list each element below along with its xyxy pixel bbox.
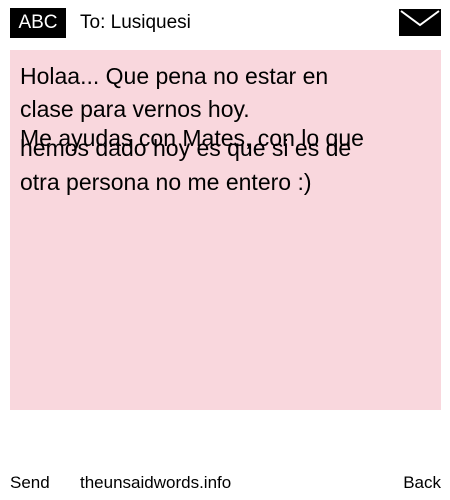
message-line: Holaa... Que pena no estar en: [20, 63, 329, 89]
message-line: otra persona no me entero :): [20, 169, 312, 195]
message-line: hemos dado hoy es que si es de: [20, 135, 352, 161]
abc-keyboard-button[interactable]: ABC: [10, 8, 66, 38]
envelope-icon[interactable]: [399, 9, 441, 36]
message-note[interactable]: Holaa... Que pena no estar en clase para…: [10, 50, 441, 410]
top-bar: ABC To: Lusiquesi: [0, 0, 450, 46]
message-line: clase para vernos hoy.: [20, 96, 250, 122]
bottom-bar: Send theunsaidwords.info Back: [0, 470, 450, 500]
back-button[interactable]: Back: [403, 470, 441, 496]
send-button[interactable]: Send: [10, 470, 50, 496]
site-link[interactable]: theunsaidwords.info: [80, 470, 231, 496]
recipient-label: To: Lusiquesi: [80, 12, 191, 33]
